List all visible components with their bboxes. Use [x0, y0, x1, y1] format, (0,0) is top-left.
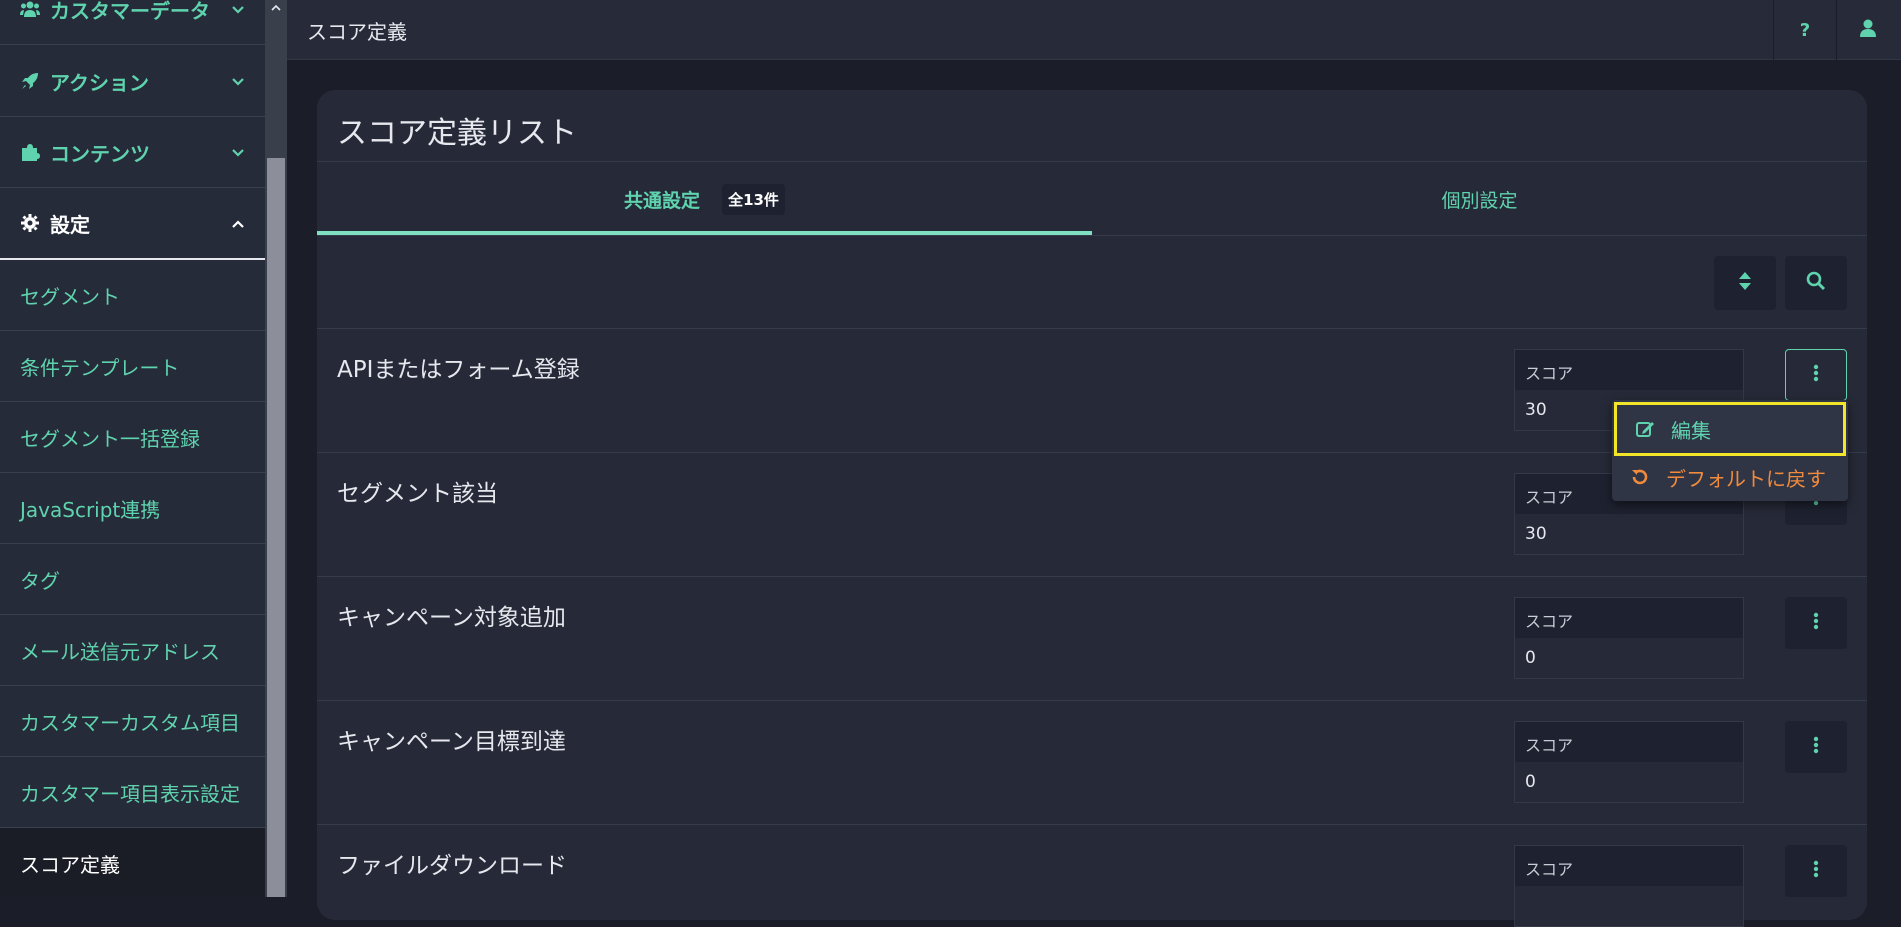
user-button[interactable] [1836, 0, 1899, 60]
sidebar-item-label: メール送信元アドレス [20, 639, 220, 664]
score-definition-panel: スコア定義リスト 共通設定 全13件 個別設定 APIまたはフォーム登録 スコア… [317, 90, 1867, 927]
divider [317, 576, 1867, 577]
score-field[interactable]: スコア 0 [1514, 721, 1744, 803]
sidebar-item-label: 条件テンプレート [20, 355, 180, 380]
sidebar-group-action[interactable]: アクション [0, 46, 265, 117]
gear-icon [20, 213, 40, 233]
divider [317, 824, 1867, 825]
sidebar-group-label: カスタマーデータ [50, 0, 210, 23]
help-button[interactable]: ? [1773, 0, 1836, 60]
row-menu-button[interactable] [1785, 721, 1847, 773]
scroll-up-arrow-icon[interactable] [265, 0, 287, 16]
score-value [1515, 886, 1743, 927]
chevron-down-icon [229, 0, 247, 18]
undo-icon [1630, 467, 1650, 487]
sidebar-item-score-definition[interactable]: スコア定義 [0, 828, 265, 897]
sidebar-item-label: カスタマー項目表示設定 [20, 781, 240, 806]
kebab-menu-icon [1813, 364, 1819, 386]
sidebar-group-settings[interactable]: 設定 [0, 188, 265, 260]
sidebar-item-segment[interactable]: セグメント [0, 260, 265, 331]
search-icon [1806, 271, 1826, 295]
sidebar-item-segment-bulk[interactable]: セグメント一括登録 [0, 402, 265, 473]
score-row-name: キャンペーン目標到達 [337, 729, 566, 755]
edit-icon [1635, 419, 1655, 439]
score-value: 0 [1525, 772, 1536, 792]
divider [317, 328, 1867, 329]
puzzle-icon [20, 142, 40, 162]
score-field[interactable]: スコア 0 [1514, 597, 1744, 679]
score-field-label: スコア [1515, 722, 1743, 762]
panel-title: スコア定義リスト [337, 116, 577, 151]
sidebar-group-contents[interactable]: コンテンツ [0, 117, 265, 188]
sidebar-item-label: スコア定義 [20, 853, 120, 877]
sidebar-item-label: セグメント [20, 284, 120, 309]
scrollbar-thumb[interactable] [267, 158, 285, 897]
sidebar-item-mail-sender[interactable]: メール送信元アドレス [0, 615, 265, 686]
sort-icon [1738, 271, 1752, 295]
score-field-label: スコア [1515, 598, 1743, 638]
sidebar-group-customer-data[interactable]: カスタマーデータ [0, 0, 265, 45]
sidebar-item-tag[interactable]: タグ [0, 544, 265, 615]
chevron-down-icon [229, 143, 247, 161]
menu-item-reset-default[interactable]: デフォルトに戻す [1612, 452, 1848, 502]
page-title: スコア定義 [307, 20, 407, 44]
users-icon [20, 0, 40, 19]
chevron-down-icon [229, 72, 247, 90]
sidebar-item-label: JavaScript連携 [20, 497, 161, 522]
count-badge: 全13件 [722, 184, 785, 215]
tab-label: 個別設定 [1441, 190, 1518, 212]
sidebar: カスタマーデータ アクション コンテンツ 設定 セグメント 条件テンプレート セ… [0, 0, 265, 897]
sidebar-item-javascript[interactable]: JavaScript連携 [0, 473, 265, 544]
row-menu-button[interactable] [1785, 349, 1847, 401]
score-value: 0 [1525, 648, 1536, 668]
menu-item-edit[interactable]: 編集 [1614, 402, 1846, 456]
divider [317, 235, 1867, 236]
score-row-name: キャンペーン対象追加 [337, 605, 566, 631]
chevron-up-icon [229, 214, 247, 232]
sidebar-group-label: アクション [50, 70, 149, 95]
tab-label: 共通設定 [624, 190, 701, 212]
sidebar-item-custom-field[interactable]: カスタマーカスタム項目 [0, 686, 265, 757]
kebab-menu-icon [1813, 860, 1819, 882]
tab-individual-settings[interactable]: 個別設定 [1092, 162, 1867, 237]
menu-item-label: 編集 [1671, 418, 1711, 443]
score-field-label: スコア [1515, 846, 1743, 886]
row-action-menu: 編集 デフォルトに戻す [1612, 400, 1848, 501]
kebab-menu-icon [1813, 612, 1819, 634]
score-row-name: セグメント該当 [337, 481, 498, 507]
score-value: 30 [1525, 524, 1547, 544]
sidebar-item-field-display[interactable]: カスタマー項目表示設定 [0, 757, 265, 828]
kebab-menu-icon [1813, 736, 1819, 758]
score-row-name: APIまたはフォーム登録 [337, 357, 580, 383]
sidebar-item-label: タグ [20, 568, 60, 593]
sidebar-item-condition-template[interactable]: 条件テンプレート [0, 331, 265, 402]
sort-button[interactable] [1714, 256, 1776, 310]
row-menu-button[interactable] [1785, 845, 1847, 897]
sidebar-group-label: 設定 [50, 212, 90, 237]
score-field[interactable]: スコア [1514, 845, 1744, 927]
sidebar-group-label: コンテンツ [50, 141, 150, 166]
sidebar-item-label: カスタマーカスタム項目 [20, 710, 240, 735]
divider [317, 700, 1867, 701]
sidebar-item-label: セグメント一括登録 [20, 426, 200, 451]
help-label: ? [1799, 19, 1811, 41]
row-menu-button[interactable] [1785, 597, 1847, 649]
search-button[interactable] [1785, 256, 1847, 310]
sidebar-scrollbar[interactable] [265, 0, 287, 897]
score-field-label: スコア [1515, 350, 1743, 390]
menu-item-label: デフォルトに戻す [1666, 466, 1826, 491]
rocket-icon [20, 71, 40, 91]
score-row-name: ファイルダウンロード [337, 853, 567, 879]
top-bar: スコア定義 ? [287, 0, 1901, 60]
user-icon [1860, 19, 1876, 42]
tab-common-settings[interactable]: 共通設定 全13件 [317, 162, 1092, 237]
